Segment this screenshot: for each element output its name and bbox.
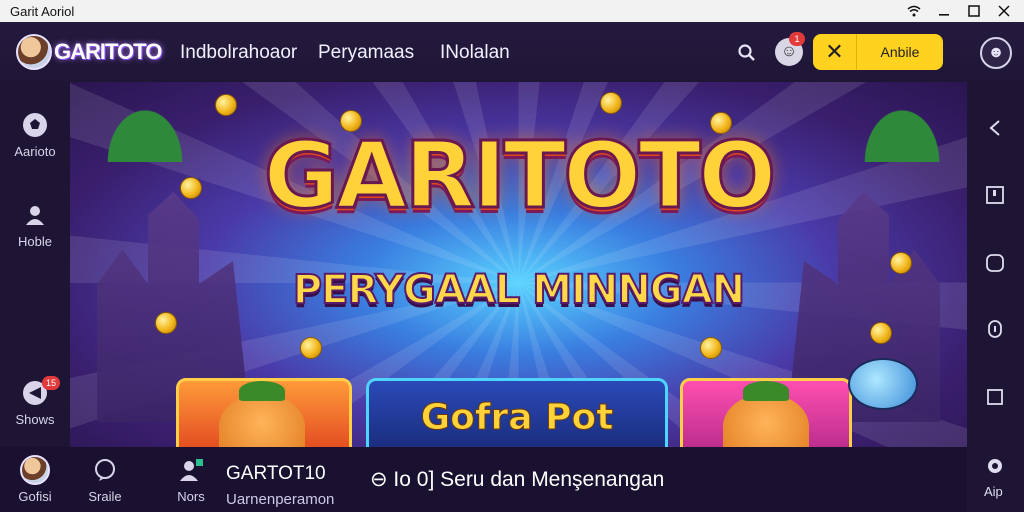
chat-icon [90,455,120,485]
settings-icon[interactable] [984,455,1006,477]
soccer-ball-icon [20,110,50,140]
minimize-icon[interactable] [936,4,952,18]
game-card-right[interactable] [680,378,852,447]
coin [155,312,177,334]
sidebar-item-1[interactable]: Aarioto [0,110,70,159]
bottom-item-label: Gofisi [18,489,52,504]
nav-link-1[interactable]: Indbolrahoaor [180,42,297,64]
game-name[interactable]: GARTOT10 [226,463,326,485]
avatar [20,455,50,485]
logo-avatar[interactable] [16,34,52,70]
sidebar-item-2[interactable]: Hoble [0,200,70,249]
close-icon[interactable] [996,4,1012,18]
coin [600,92,622,114]
user-icon [20,200,50,230]
maximize-icon[interactable] [966,4,982,18]
bottom-item-label: Sraile [88,489,122,504]
bottom-item-1[interactable]: Gofisi [0,455,70,504]
back-icon[interactable] [984,117,1006,139]
coin [215,94,237,116]
sidebar-item-label: Hoble [18,234,52,249]
left-sidebar: Aarioto Hoble Shows [0,82,70,447]
window-titlebar: Garit Aoriol [0,0,1024,22]
game-card-center[interactable]: Gofra Pot [366,378,668,447]
bottom-item-2[interactable]: Sraile [70,455,140,504]
sidebar-item-label: Shows [15,412,55,427]
nav-link-2[interactable]: Peryamaas [318,42,414,64]
banner-subline: PERYGAAL MINNGAN [292,266,746,314]
coin [700,337,722,359]
lock-icon[interactable] [984,318,1006,340]
robot-mascot [848,358,918,410]
sidebar-item-label: Aarioto [14,144,56,159]
game-subtitle: Uarnenperamon [226,491,335,508]
right-rail-label: Aip [984,484,1003,499]
pill-label-button[interactable]: Anbile [857,44,943,60]
square-outline-icon[interactable] [984,184,1006,206]
nav-link-3[interactable]: INolalan [440,42,510,64]
profile-icon[interactable]: ☻ [980,37,1012,69]
cat-mascot [219,381,305,447]
window-title: Garit Aoriol [10,3,75,19]
marquee-text: ⊖ Io 0] Seru dan Menşenangan [370,468,665,491]
cat-mascot [723,381,809,447]
bottom-item-3[interactable]: Nors [156,455,226,504]
card-title: Gofra Pot [420,397,614,439]
wifi-icon [906,4,922,18]
sidebar-badge: 15 [42,376,60,390]
coin [870,322,892,344]
search-icon[interactable] [734,40,760,66]
square-icon[interactable] [984,386,1006,408]
bottom-item-label: Nors [177,489,205,504]
game-card-left[interactable] [176,378,352,447]
hero-banner[interactable]: GARITOTO PERYGAAL MINNGAN Gofra Pot [70,82,967,447]
banner-headline: GARITOTO [262,121,778,231]
coin [300,337,322,359]
user-badge-icon [176,455,206,485]
right-rail [967,82,1024,512]
action-pill: ✕ Anbile [813,34,943,70]
logo-text[interactable]: GARITOTO [54,39,162,65]
rounded-square-icon[interactable] [984,252,1006,274]
window-controls [906,4,1024,18]
notification-badge: 1 [789,32,805,46]
pill-close-button[interactable]: ✕ [813,34,857,70]
